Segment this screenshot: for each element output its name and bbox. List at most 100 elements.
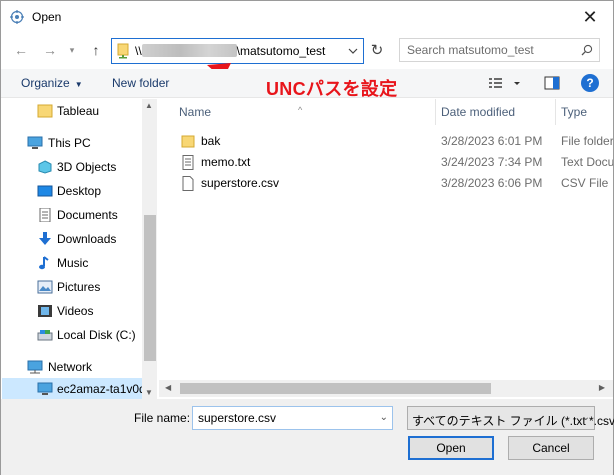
file-date: 3/28/2023 6:06 PM	[441, 176, 543, 190]
sidebar-item-videos[interactable]: Videos	[2, 300, 143, 322]
recent-locations-button[interactable]: ▾	[61, 39, 83, 61]
cancel-button[interactable]: Cancel	[508, 436, 594, 460]
file-type-select[interactable]: すべてのテキスト ファイル (*.txt *.csv) ⌄	[407, 406, 614, 430]
file-list: Name ^ Date modified Type bak 3/28/2023 …	[159, 99, 613, 399]
file-name: memo.txt	[201, 155, 251, 169]
forward-button[interactable]: →	[39, 39, 61, 61]
redacted-host	[141, 44, 237, 57]
sidebar-item-downloads[interactable]: Downloads	[2, 228, 143, 250]
file-icon	[182, 176, 194, 191]
desktop-icon	[37, 185, 53, 197]
computer-icon	[27, 136, 43, 149]
network-computer-icon	[37, 382, 53, 395]
file-type: Text Document	[561, 155, 613, 169]
file-date: 3/24/2023 7:34 PM	[441, 155, 543, 169]
chevron-down-icon[interactable]	[347, 44, 359, 58]
sidebar-item-label: Desktop	[57, 184, 102, 198]
file-row-superstore[interactable]: superstore.csv 3/28/2023 6:06 PM CSV Fil…	[159, 172, 613, 194]
scrollbar-thumb[interactable]	[180, 383, 491, 394]
column-header-type[interactable]: Type	[556, 99, 613, 125]
network-icon	[27, 360, 43, 374]
chevron-down-icon[interactable]: ⌄	[380, 412, 388, 423]
column-header-date[interactable]: Date modified	[436, 99, 556, 125]
annotation-label: UNCパスを設定	[266, 79, 398, 99]
sidebar-item-label: This PC	[48, 136, 91, 150]
sidebar-item-label: Downloads	[57, 232, 117, 246]
arrow-left-icon: ←	[14, 42, 28, 58]
organize-button[interactable]: Organize ▼	[21, 76, 83, 90]
sidebar-item-label: Network	[48, 360, 93, 374]
back-button[interactable]: ←	[10, 39, 32, 61]
pictures-icon	[37, 280, 53, 294]
up-button[interactable]: ↑	[85, 39, 107, 61]
close-icon: ✕	[582, 7, 598, 27]
sort-ascending-icon: ^	[298, 105, 303, 115]
search-box[interactable]	[399, 38, 600, 62]
file-name-label: File name:	[134, 411, 191, 425]
sidebar-item-label: Local Disk (C:)	[57, 328, 136, 342]
sidebar-item-music[interactable]: Music	[2, 252, 143, 274]
refresh-icon: ↻	[370, 42, 384, 59]
file-name: bak	[201, 134, 221, 148]
horizontal-scrollbar[interactable]: ◀ ▶	[159, 380, 613, 397]
search-input[interactable]	[407, 43, 572, 57]
sidebar-item-tableau[interactable]: Tableau	[2, 100, 143, 122]
open-button[interactable]: Open	[408, 436, 494, 460]
preview-pane-button[interactable]	[544, 75, 560, 91]
sidebar-item-3d-objects[interactable]: 3D Objects	[2, 156, 143, 178]
cube-icon	[38, 160, 52, 174]
scrollbar-thumb[interactable]	[144, 215, 156, 361]
scroll-down-icon[interactable]: ▼	[145, 388, 153, 397]
address-prefix: \\	[135, 44, 142, 58]
file-name-combobox[interactable]: ⌄	[192, 406, 393, 430]
search-icon	[581, 44, 593, 56]
drive-icon	[37, 330, 53, 341]
file-row-bak[interactable]: bak 3/28/2023 6:01 PM File folder	[159, 130, 613, 152]
chevron-down-icon: ⌄	[581, 412, 590, 423]
sidebar-item-label: Documents	[57, 208, 118, 222]
refresh-button[interactable]: ↻	[367, 38, 387, 64]
address-path: \\ \matsutomo_test	[135, 44, 325, 58]
arrow-up-icon: ↑	[92, 42, 100, 58]
open-dialog: Open ✕ ← → ▾ ↑ \\ \matsutomo_test ↻ Sear…	[0, 0, 614, 475]
network-folder-icon	[117, 43, 129, 59]
address-suffix: \matsutomo_test	[236, 44, 326, 58]
chevron-down-icon: ▾	[69, 45, 75, 55]
close-button[interactable]: ✕	[567, 1, 613, 33]
title-bar: Open ✕	[1, 1, 613, 33]
column-name-label: Name	[179, 105, 212, 119]
sidebar-item-desktop[interactable]: Desktop	[2, 180, 143, 202]
scroll-left-icon[interactable]: ◀	[165, 383, 171, 392]
film-icon	[38, 305, 52, 317]
download-arrow-icon	[39, 232, 51, 245]
scroll-up-icon[interactable]: ▲	[145, 101, 153, 110]
file-type: CSV File	[561, 176, 609, 190]
file-row-memo[interactable]: memo.txt 3/24/2023 7:34 PM Text Document	[159, 151, 613, 173]
sidebar-item-this-pc[interactable]: This PC	[2, 132, 143, 154]
sidebar-item-local-disk[interactable]: Local Disk (C:)	[2, 324, 143, 346]
sidebar-item-label: Videos	[57, 304, 94, 318]
sidebar-item-ec2amaz[interactable]: ec2amaz-ta1v0q	[2, 378, 146, 399]
file-name: superstore.csv	[201, 176, 280, 190]
view-options-button[interactable]	[488, 75, 524, 93]
sidebar-item-documents[interactable]: Documents	[2, 204, 143, 226]
sidebar-item-pictures[interactable]: Pictures	[2, 276, 143, 298]
window-title: Open	[32, 10, 62, 24]
help-button[interactable]: ?	[581, 74, 599, 92]
scroll-right-icon[interactable]: ▶	[599, 383, 605, 392]
sidebar-item-network[interactable]: Network	[2, 356, 143, 378]
navigation-pane: Tableau This PC 3D Objects Desktop Docum…	[2, 99, 157, 399]
column-header-name[interactable]: Name ^	[159, 99, 436, 125]
help-icon: ?	[586, 76, 594, 90]
app-icon	[10, 10, 24, 24]
organize-label: Organize	[21, 76, 70, 90]
file-name-input[interactable]	[198, 411, 368, 425]
bottom-panel: File name: ⌄ すべてのテキスト ファイル (*.txt *.csv)…	[1, 399, 614, 475]
music-note-icon	[39, 256, 49, 270]
arrow-right-icon: →	[43, 42, 57, 58]
sidebar-item-label: Pictures	[57, 280, 101, 294]
sidebar-item-label: Tableau	[57, 104, 100, 118]
sidebar-scrollbar[interactable]: ▲ ▼	[142, 99, 157, 399]
documents-icon	[39, 208, 51, 222]
new-folder-button[interactable]: New folder	[112, 76, 169, 90]
